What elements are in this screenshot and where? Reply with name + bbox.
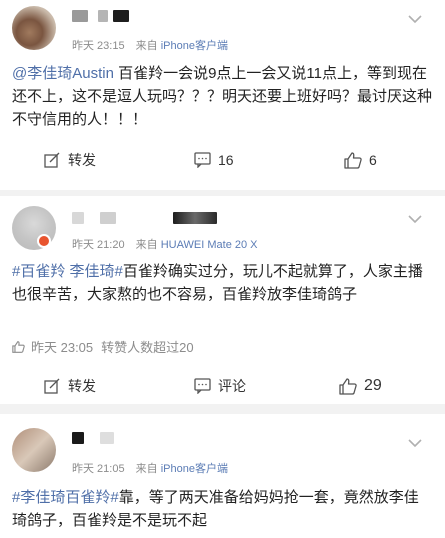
hashtag-link[interactable]: #李佳琦百雀羚# (12, 489, 119, 506)
like-count: 29 (364, 377, 382, 394)
sub-meta-date: 昨天 23:05 (31, 340, 94, 355)
username-blurred[interactable] (72, 212, 84, 224)
post-from-label: 来自 (135, 239, 158, 251)
post-meta: 昨天 21:05 来自 iPhone客户端 (72, 460, 228, 476)
post-content: @李佳琦Austin 百雀羚一会说9点上一会又说11点上，等到现在还不上，这不是… (12, 62, 432, 131)
repost-button[interactable]: 转发 (44, 364, 96, 408)
post-content: #李佳琦百雀羚#靠，等了两天准备给妈妈抢一套，竟然放李佳琦鸽子，百雀羚是不是玩不… (12, 486, 432, 532)
repost-label: 转发 (68, 152, 96, 168)
hashtag-link[interactable]: #百雀羚 李佳琦# (12, 263, 123, 280)
post-source[interactable]: iPhone客户端 (161, 40, 228, 52)
sub-meta-text: 转赞人数超过20 (101, 340, 194, 355)
username-blurred[interactable] (100, 212, 116, 224)
post-card: 昨天 23:15 来自 iPhone客户端 @李佳琦Austin 百雀羚一会说9… (0, 0, 445, 190)
thumbs-up-icon (339, 377, 357, 395)
verified-badge-icon (37, 234, 51, 248)
post-meta: 昨天 21:20 来自 HUAWEI Mate 20 X (72, 236, 258, 252)
username-blurred[interactable] (173, 212, 217, 224)
username-blurred[interactable] (72, 432, 84, 444)
chevron-down-icon[interactable] (408, 438, 422, 448)
thumbs-up-icon (344, 151, 362, 169)
post-from-label: 来自 (135, 463, 158, 475)
post-content: #百雀羚 李佳琦#百雀羚确实过分，玩儿不起就算了，人家主播也很辛苦，大家熬的也不… (12, 260, 432, 306)
like-button[interactable]: 29 (339, 364, 382, 408)
post-date: 昨天 21:05 (72, 463, 125, 475)
like-count: 6 (369, 152, 377, 168)
post-source[interactable]: HUAWEI Mate 20 X (161, 239, 258, 251)
repost-label: 转发 (68, 378, 96, 394)
repost-info: 昨天 23:05 转赞人数超过20 (12, 337, 202, 356)
post-card: 昨天 21:05 来自 iPhone客户端 #李佳琦百雀羚#靠，等了两天准备给妈… (0, 414, 445, 538)
avatar[interactable] (12, 428, 56, 472)
avatar[interactable] (12, 6, 56, 50)
comment-icon (194, 378, 211, 394)
like-button[interactable]: 6 (344, 138, 377, 182)
comment-button[interactable]: 16 (194, 138, 234, 182)
repost-icon (44, 152, 60, 168)
user-mention-link[interactable]: @李佳琦Austin (12, 65, 114, 82)
comment-button[interactable]: 评论 (194, 364, 246, 408)
post-actions: 转发 评论 29 (0, 364, 445, 408)
post-from-label: 来自 (135, 40, 158, 52)
username-blurred[interactable] (100, 432, 114, 444)
post-card: 昨天 21:20 来自 HUAWEI Mate 20 X #百雀羚 李佳琦#百雀… (0, 196, 445, 404)
post-date: 昨天 21:20 (72, 239, 125, 251)
chevron-down-icon[interactable] (408, 214, 422, 224)
post-actions: 转发 16 6 (0, 138, 445, 182)
thumbs-up-icon (12, 340, 25, 353)
username-blurred[interactable] (72, 10, 88, 22)
comment-label: 评论 (218, 378, 246, 394)
post-source[interactable]: iPhone客户端 (161, 463, 228, 475)
repost-button[interactable]: 转发 (44, 138, 96, 182)
repost-icon (44, 378, 60, 394)
username-blurred[interactable] (98, 10, 108, 22)
username-blurred[interactable] (113, 10, 129, 22)
chevron-down-icon[interactable] (408, 14, 422, 24)
comment-icon (194, 152, 211, 168)
comment-count: 16 (218, 152, 234, 168)
post-date: 昨天 23:15 (72, 40, 125, 52)
post-meta: 昨天 23:15 来自 iPhone客户端 (72, 37, 228, 53)
